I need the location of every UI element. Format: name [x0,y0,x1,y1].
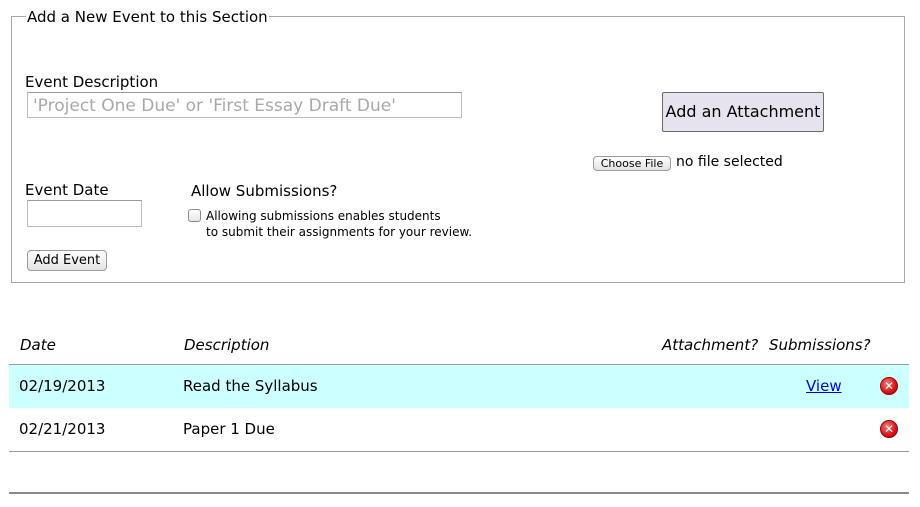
allow-submissions-help-line2: to submit their assignments for your rev… [206,225,473,239]
table-row: 02/19/2013 Read the Syllabus View ✕ [9,365,909,408]
delete-icon[interactable]: ✕ [880,377,898,395]
no-file-status: no file selected [676,154,783,170]
allow-submissions-checkbox[interactable] [188,209,201,222]
choose-file-button[interactable]: Choose File [593,156,671,171]
column-header-description: Description [184,336,270,354]
row-date: 02/19/2013 [19,377,106,395]
table-bottom-divider [9,492,909,494]
delete-icon[interactable]: ✕ [880,420,898,438]
row-date: 02/21/2013 [19,420,106,438]
view-submissions-link[interactable]: View [806,377,842,395]
row-description: Read the Syllabus [183,377,318,395]
add-event-button[interactable]: Add Event [27,250,107,271]
event-description-input[interactable]: 'Project One Due' or 'First Essay Draft … [27,92,462,118]
add-event-fieldset [11,16,905,283]
add-event-legend: Add a New Event to this Section [26,7,269,27]
event-description-label: Event Description [25,73,159,91]
table-row-divider [9,451,909,452]
row-description: Paper 1 Due [183,420,275,438]
column-header-attachment: Attachment? [662,336,759,354]
table-row: 02/21/2013 Paper 1 Due ✕ [9,408,909,451]
add-attachment-button[interactable]: Add an Attachment [662,92,824,132]
event-date-label: Event Date [25,181,109,199]
column-header-submissions: Submissions? [769,336,871,354]
allow-submissions-label: Allow Submissions? [191,182,338,200]
allow-submissions-help-line1: Allowing submissions enables students [206,209,441,223]
column-header-date: Date [20,336,56,354]
event-description-placeholder: 'Project One Due' or 'First Essay Draft … [33,96,396,116]
event-date-input[interactable] [27,200,142,227]
allow-submissions-help: Allowing submissions enables students to… [206,208,472,240]
